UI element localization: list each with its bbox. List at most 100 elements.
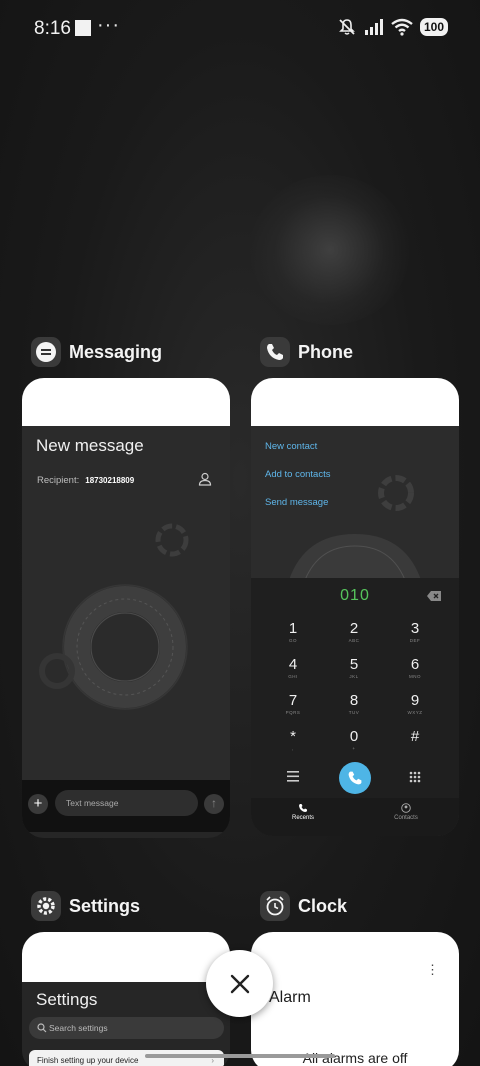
dial-key-letters: GO [288, 638, 297, 643]
battery-level: 100 [419, 18, 448, 36]
nav-recents[interactable]: Recents [273, 803, 333, 821]
swirl-decoration [39, 653, 75, 689]
more-options-icon[interactable]: ⋮ [426, 962, 439, 978]
phone-preview: New contact Add to contacts Send message… [251, 426, 459, 836]
dial-key[interactable]: 5 JKL [334, 656, 374, 679]
dial-key-letters: PQRS [285, 710, 301, 715]
settings-search-field[interactable]: Search settings [29, 1017, 224, 1039]
swirl-decoration [155, 523, 189, 557]
recent-app-label-settings[interactable]: Settings [31, 891, 140, 921]
compose-bar: + Text message ↑ [22, 780, 230, 832]
recent-app-label-phone[interactable]: Phone [260, 337, 353, 367]
dial-key-letters: DEF [409, 638, 421, 643]
call-button[interactable] [339, 762, 371, 794]
home-indicator[interactable] [145, 1054, 335, 1058]
nav-contacts-label: Contacts [394, 815, 418, 821]
dial-key-letters: ABC [348, 638, 360, 643]
dialpad-toggle-icon[interactable] [409, 771, 421, 783]
search-icon [37, 1023, 47, 1033]
dial-key[interactable]: 4 GHI [273, 656, 313, 679]
dial-key[interactable]: *, [273, 728, 313, 751]
nav-recents-label: Recents [291, 815, 314, 821]
card-header-area [251, 378, 459, 426]
status-icons: 100 [337, 17, 448, 37]
alarm-title: Alarm [269, 989, 311, 1006]
swirl-decoration [378, 475, 414, 511]
messaging-preview: New message Recipient: 18730218809 + Text… [22, 426, 230, 832]
dial-key-digit: 3 [410, 620, 420, 637]
phone-app-icon [260, 337, 290, 367]
setup-device-label: Finish setting up your device [37, 1056, 139, 1065]
recipient-row: Recipient: 18730218809 [37, 475, 134, 486]
dial-key[interactable]: 3 DEF [395, 620, 435, 643]
phone-bottom-nav: Recents Contacts [251, 798, 459, 836]
status-time: 8:16 [34, 18, 71, 39]
settings-title: Settings [36, 990, 98, 1009]
recent-card-messaging[interactable]: New message Recipient: 18730218809 + Text… [22, 378, 230, 838]
dial-key-digit: * [290, 728, 296, 745]
menu-icon[interactable] [287, 771, 299, 782]
clear-all-button[interactable] [206, 950, 273, 1017]
setup-device-row[interactable]: Finish setting up your device › [29, 1050, 224, 1066]
send-button[interactable]: ↑ [204, 794, 224, 814]
recents-phone-icon [299, 804, 307, 812]
attach-button[interactable]: + [28, 794, 48, 814]
dial-key[interactable]: 2 ABC [334, 620, 374, 643]
message-title: New message [36, 436, 144, 455]
nav-contacts[interactable]: Contacts [376, 803, 436, 821]
new-contact-link[interactable]: New contact [265, 441, 317, 452]
send-message-link[interactable]: Send message [265, 497, 328, 508]
card-header-area [22, 932, 230, 982]
recent-app-name: Clock [298, 895, 348, 916]
signal-icon [364, 19, 383, 35]
recent-app-label-clock[interactable]: Clock [260, 891, 347, 921]
chevron-right-icon: › [211, 1056, 214, 1065]
messaging-app-icon [31, 337, 61, 367]
call-icon [348, 771, 362, 785]
dial-key-letters: GHI [288, 674, 298, 679]
recent-card-settings[interactable]: Settings Search settings Finish setting … [22, 932, 230, 1066]
backspace-icon[interactable] [427, 591, 441, 601]
dial-key[interactable]: # [395, 728, 435, 746]
recipient-label: Recipient: [37, 475, 80, 486]
recipient-number: 18730218809 [85, 476, 135, 485]
recent-card-clock[interactable]: ⋮ Alarm All alarms are off [251, 932, 459, 1066]
screen-record-icon [75, 20, 91, 36]
recent-app-name: Messaging [69, 341, 163, 362]
background-glow [250, 175, 410, 325]
recent-app-name: Phone [298, 341, 354, 362]
dial-key-digit: 0 [349, 728, 359, 745]
swirl-decoration [289, 534, 421, 580]
dial-key[interactable]: 6 MNO [395, 656, 435, 679]
dial-key-letters: TUV [348, 710, 360, 715]
contact-picker-icon [198, 472, 212, 486]
status-bar: 8:16 ··· 100 [0, 0, 480, 56]
wifi-icon [391, 18, 413, 36]
dial-key-digit: 5 [349, 656, 359, 673]
dial-key[interactable]: 1 GO [273, 620, 313, 643]
recent-card-phone[interactable]: New contact Add to contacts Send message… [251, 378, 459, 836]
dial-key-letters: , [292, 746, 294, 751]
dial-key[interactable]: 9 WXYZ [395, 692, 435, 715]
dial-key-digit: # [410, 728, 420, 745]
add-to-contacts-link[interactable]: Add to contacts [265, 469, 330, 480]
more-notifications-icon: ··· [97, 14, 120, 36]
alarms-off-text: All alarms are off [302, 1050, 408, 1066]
close-icon [230, 974, 249, 993]
dial-keypad: 010 1 GO 2 ABC 3 DEF 4 GHI 5 JKL 6 MNO 7 PQRS 8 TUV 9 WXY… [251, 578, 459, 798]
mute-icon [339, 19, 355, 35]
dial-key-digit: 4 [288, 656, 298, 673]
swirl-decoration [62, 584, 188, 710]
dial-key-digit: 7 [288, 692, 298, 709]
dial-key-digit: 8 [349, 692, 359, 709]
message-input[interactable]: Text message [55, 790, 198, 816]
recent-app-label-messaging[interactable]: Messaging [31, 337, 162, 367]
contacts-icon [401, 803, 411, 813]
recent-app-name: Settings [69, 895, 141, 916]
dial-key-letters: + [352, 746, 356, 751]
dial-key[interactable]: 7 PQRS [273, 692, 313, 715]
dial-key[interactable]: 8 TUV [334, 692, 374, 715]
dial-key-letters: MNO [409, 674, 421, 679]
settings-search-placeholder: Search settings [49, 1023, 108, 1033]
dial-key[interactable]: 0 + [334, 728, 374, 751]
